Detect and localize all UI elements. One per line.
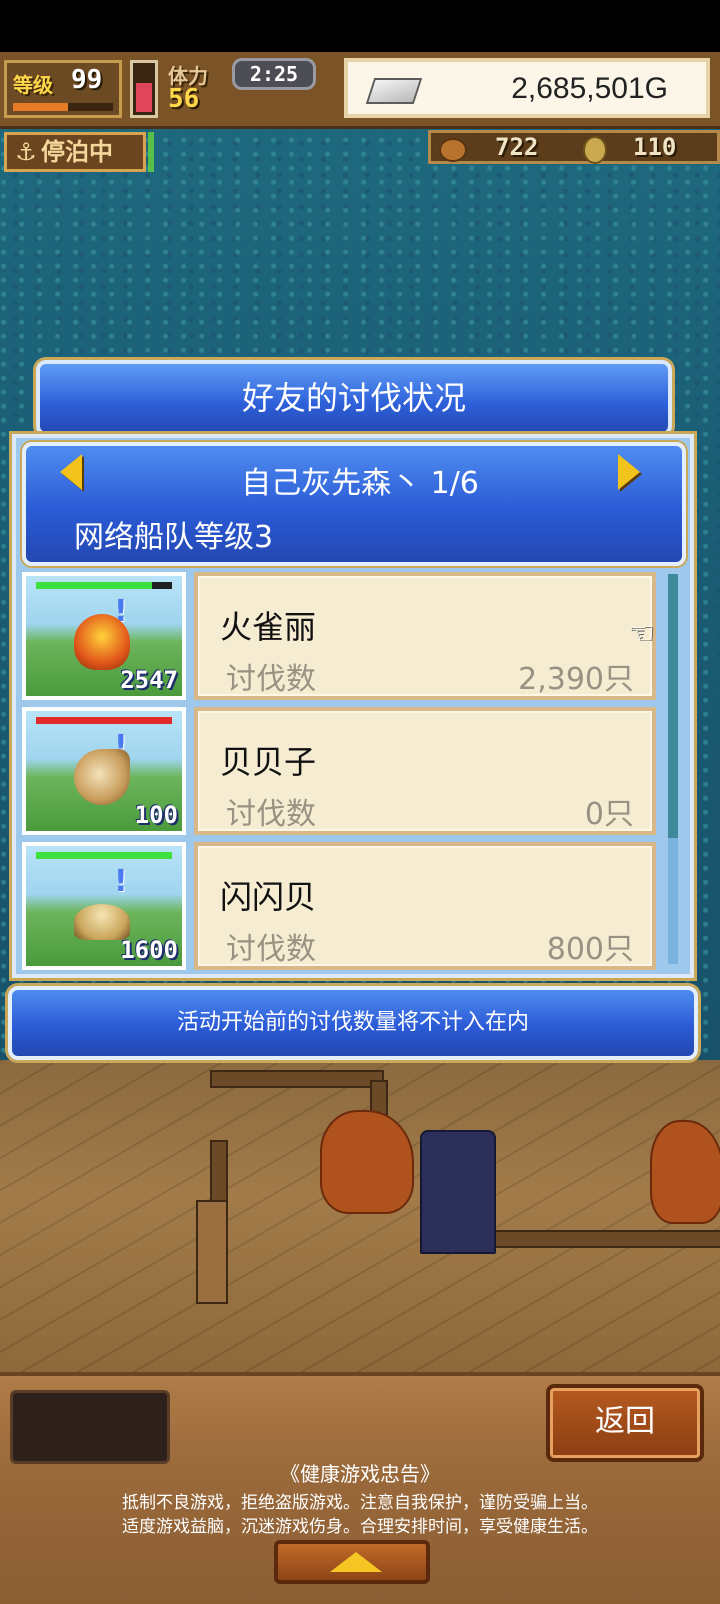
anchor-icon: ⚓ [15, 138, 37, 166]
monster-count: 100 [134, 801, 178, 829]
exp-bar [13, 103, 113, 111]
stamina-timer: 2:25 [232, 58, 316, 90]
deck-character [420, 1130, 496, 1254]
deck-rail [210, 1070, 384, 1088]
monster-name: 火雀丽 [220, 608, 317, 646]
monster-hp-bar [36, 717, 172, 724]
medal-count: 110 [633, 133, 677, 161]
kill-count-label: 讨伐数 [226, 932, 316, 967]
level-value: 99 [71, 65, 103, 95]
kill-count-value: 800只 [546, 932, 634, 967]
status-indicator [148, 132, 154, 172]
docked-status-badge[interactable]: ⚓ 停泊中 [4, 132, 146, 172]
expand-menu-button[interactable] [274, 1540, 430, 1584]
monster-name: 贝贝子 [220, 743, 317, 781]
monster-hp-bar [36, 852, 172, 859]
meat-icon [439, 138, 467, 162]
monster-row[interactable]: 火雀丽 讨伐数 2,390只 [194, 572, 656, 700]
prev-friend-arrow-icon[interactable] [60, 454, 82, 490]
next-friend-arrow-icon[interactable] [618, 454, 640, 490]
monster-thumbnail: ! 1600 [22, 842, 186, 970]
fire-bird-icon [74, 614, 130, 670]
health-advice-line: 适度游戏益脑，沉迷游戏伤身。合理安排时间，享受健康生活。 [122, 1517, 598, 1537]
monster-hp-fill [36, 852, 172, 859]
monster-hp-bar [36, 582, 172, 589]
monster-name: 闪闪贝 [220, 878, 317, 916]
list-scrollbar[interactable] [668, 574, 678, 964]
stamina-gauge [130, 60, 158, 118]
kill-count-label: 讨伐数 [226, 797, 316, 832]
monster-count: 2547 [120, 666, 178, 694]
level-label: 等级 [13, 73, 53, 97]
monster-thumbnail: ! 2547 [22, 572, 186, 700]
clam-creature-icon [74, 904, 130, 940]
monster-hp-fill [36, 582, 152, 589]
monster-hp-fill [36, 717, 172, 724]
gold-panel[interactable]: 2,685,501G [344, 58, 710, 118]
stamina-fill [136, 83, 152, 112]
health-advice-line: 抵制不良游戏，拒绝盗版游戏。注意自我保护，谨防受骗上当。 [122, 1493, 598, 1513]
exp-fill [13, 103, 68, 111]
friend-name: 自己灰先森丶 1/6 [241, 466, 479, 501]
deck-monster [650, 1120, 720, 1224]
dialog-title: 好友的讨伐状况 [36, 360, 672, 436]
pointing-hand-icon: ☜ [628, 616, 655, 651]
stamina-value: 56 [168, 84, 200, 114]
fleet-level: 网络船队等级3 [74, 520, 274, 555]
scrollbar-thumb[interactable] [668, 574, 678, 838]
status-bar [0, 0, 720, 52]
monster-count: 1600 [120, 936, 178, 964]
health-advice-title: 《健康游戏忠告》 [280, 1462, 440, 1486]
notice-bar: 活动开始前的讨伐数量将不计入在内 [8, 986, 698, 1060]
alert-icon: ! [114, 864, 128, 899]
up-arrow-icon [330, 1552, 382, 1572]
monster-row[interactable]: 闪闪贝 讨伐数 800只 [194, 842, 656, 970]
monster-row[interactable]: 贝贝子 讨伐数 0只 [194, 707, 656, 835]
gold-bar-icon [365, 78, 423, 104]
docked-status-label: 停泊中 [41, 138, 113, 166]
ship-mast [196, 1200, 228, 1304]
level-box: 等级 99 [4, 60, 122, 118]
back-button[interactable]: 返回 [546, 1384, 704, 1462]
resource-bar: 722 110 [428, 130, 720, 164]
gold-value: 2,685,501G [511, 72, 668, 105]
shell-creature-icon [74, 749, 130, 805]
empty-slot [10, 1390, 170, 1464]
kill-count-value: 0只 [584, 797, 634, 832]
kill-count-label: 讨伐数 [226, 662, 316, 697]
medal-icon [583, 136, 607, 164]
kill-count-value: 2,390只 [518, 662, 634, 697]
monster-thumbnail: ! 100 [22, 707, 186, 835]
meat-count: 722 [495, 133, 539, 161]
deck-monster [320, 1110, 414, 1214]
